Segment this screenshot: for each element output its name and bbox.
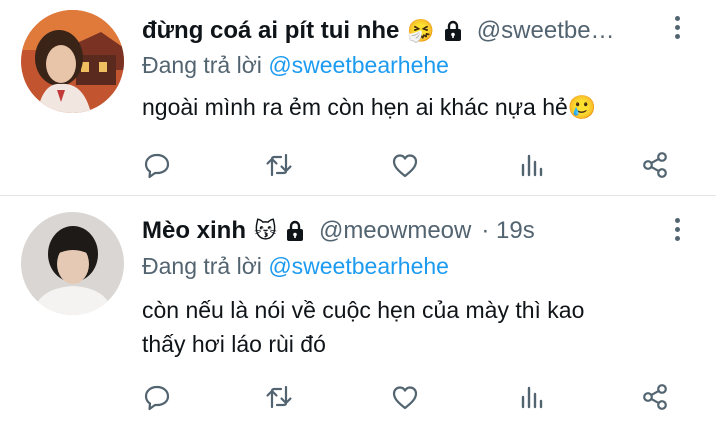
- action-bar: [0, 380, 716, 414]
- more-options-icon[interactable]: [672, 216, 682, 246]
- like-icon[interactable]: [388, 380, 422, 414]
- tweet-header: Mèo xinh 😽 @meowmeow · 19s: [142, 214, 535, 248]
- tweet-2[interactable]: Mèo xinh 😽 @meowmeow · 19s Đang trả lời …: [0, 196, 716, 424]
- tweet-header: đừng coá ai pít tui nhe 🤧 @sweetbe…: [142, 14, 615, 48]
- handle[interactable]: @sweetbe…: [477, 17, 615, 45]
- name-emoji: 🤧: [407, 18, 435, 44]
- timestamp[interactable]: · 19s: [481, 217, 534, 245]
- replying-to-link[interactable]: @sweetbearhehe: [268, 52, 449, 78]
- display-name[interactable]: đừng coá ai pít tui nhe: [142, 17, 399, 45]
- views-icon[interactable]: [514, 380, 548, 414]
- views-icon[interactable]: [514, 148, 548, 182]
- action-bar: [0, 148, 716, 182]
- name-emoji: 😽: [254, 218, 277, 244]
- handle[interactable]: @meowmeow: [319, 217, 471, 245]
- retweet-icon[interactable]: [262, 380, 296, 414]
- retweet-icon[interactable]: [262, 148, 296, 182]
- more-options-icon[interactable]: [672, 14, 682, 44]
- tweet-text-line: thấy hơi láo rùi đó: [142, 331, 326, 357]
- tweet-text-line: ngoài mình ra ẻm còn hẹn ai khác nựa hẻ🥲: [142, 94, 597, 120]
- tweet-text-line: còn nếu là nói về cuộc hẹn của mày thì k…: [142, 297, 585, 323]
- tweet-text: ngoài mình ra ẻm còn hẹn ai khác nựa hẻ🥲: [142, 90, 702, 124]
- share-icon[interactable]: [638, 148, 672, 182]
- lock-icon: [283, 219, 307, 243]
- avatar[interactable]: [21, 212, 124, 315]
- replying-to-link[interactable]: @sweetbearhehe: [268, 253, 449, 279]
- tweet-1[interactable]: đừng coá ai pít tui nhe 🤧 @sweetbe… Đang…: [0, 0, 716, 195]
- reply-icon[interactable]: [140, 148, 174, 182]
- replying-prefix: Đang trả lời: [142, 52, 262, 78]
- share-icon[interactable]: [638, 380, 672, 414]
- like-icon[interactable]: [388, 148, 422, 182]
- replying-to: Đang trả lời @sweetbearhehe: [142, 52, 449, 79]
- replying-to: Đang trả lời @sweetbearhehe: [142, 253, 449, 280]
- display-name[interactable]: Mèo xinh: [142, 217, 246, 245]
- avatar[interactable]: [21, 10, 124, 113]
- tweet-text: còn nếu là nói về cuộc hẹn của mày thì k…: [142, 293, 702, 361]
- reply-icon[interactable]: [140, 380, 174, 414]
- replying-prefix: Đang trả lời: [142, 253, 262, 279]
- lock-icon: [441, 19, 465, 43]
